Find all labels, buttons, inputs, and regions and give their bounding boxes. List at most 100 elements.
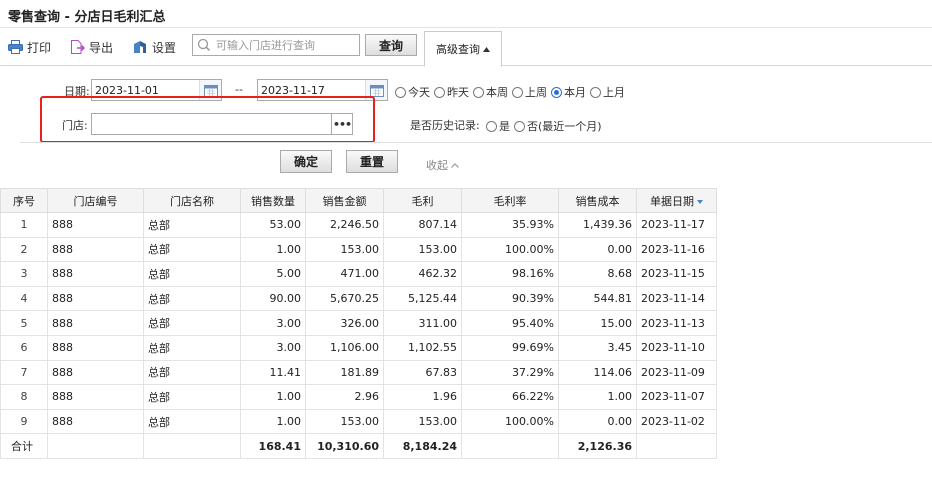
radio-circle: [434, 86, 445, 98]
col-doc-date-cell: 2023-11-14: [636, 285, 717, 312]
radio-this-week[interactable]: 本周: [473, 84, 508, 100]
col-index-cell: 9: [0, 408, 48, 435]
export-label: 导出: [89, 40, 114, 55]
calendar-icon[interactable]: [365, 80, 387, 100]
date-to-value: 2023-11-17: [261, 83, 325, 97]
table-row[interactable]: 9 888 总部 1.00 153.00 153.00 100.00% 0.00 2023-11…: [0, 408, 717, 435]
radio-last-week[interactable]: 上周: [512, 84, 547, 100]
caret-up-icon: [483, 46, 490, 52]
col-index-header[interactable]: 序号: [0, 188, 48, 213]
col-sales-qty-cell: 1.00: [240, 236, 306, 263]
col-store-code-total: [47, 433, 144, 459]
col-store-code-header[interactable]: 门店编号: [47, 188, 144, 213]
col-index-cell: 4: [0, 285, 48, 312]
radio-circle: [486, 120, 497, 132]
radio-label: 本月: [564, 86, 586, 99]
col-gross-profit-header[interactable]: 毛利: [383, 188, 462, 213]
col-gross-profit-cell: 67.83: [383, 359, 462, 386]
store-value: [92, 114, 331, 134]
col-store-code-cell: 888: [47, 261, 144, 287]
date-from-field[interactable]: 2023-11-01: [91, 79, 222, 101]
col-gross-profit-cell: 462.32: [383, 261, 462, 287]
col-margin-rate-cell: 100.00%: [461, 236, 559, 263]
col-gross-profit-total: 8,184.24: [383, 433, 462, 459]
printer-icon: [8, 40, 23, 54]
col-sales-qty-cell: 5.00: [240, 261, 306, 287]
radio-circle-selected: [551, 86, 562, 98]
table-row[interactable]: 8 888 总部 1.00 2.96 1.96 66.22% 1.00 2023-11-07: [0, 384, 717, 410]
col-store-code-cell: 888: [47, 236, 144, 263]
col-margin-rate-total: [461, 433, 559, 459]
col-margin-rate-cell: 37.29%: [461, 359, 559, 386]
radio-circle: [512, 86, 523, 98]
col-doc-date-total: [636, 433, 717, 459]
advanced-query-tab[interactable]: 高级查询: [424, 31, 502, 67]
more-icon[interactable]: •••: [331, 114, 352, 134]
col-sales-amount-cell: 153.00: [305, 236, 384, 263]
radio-today[interactable]: 今天: [395, 84, 430, 100]
radio-label: 昨天: [447, 86, 469, 99]
header-label: 门店编号: [73, 194, 118, 208]
total-label: 合计: [0, 433, 48, 459]
col-store-name-header[interactable]: 门店名称: [143, 188, 241, 213]
radio-last-month[interactable]: 上月: [590, 84, 625, 100]
export-button[interactable]: 导出: [70, 38, 113, 56]
col-gross-profit-cell: 153.00: [383, 408, 462, 435]
col-store-code-cell: 888: [47, 285, 144, 312]
collapse-toggle[interactable]: 收起: [426, 157, 459, 173]
radio-label: 本周: [486, 86, 508, 99]
radio-yesterday[interactable]: 昨天: [434, 84, 469, 100]
title-bar: 零售查询 - 分店日毛利汇总: [0, 0, 932, 28]
print-button[interactable]: 打印: [8, 38, 51, 56]
col-sales-cost-header[interactable]: 销售成本: [558, 188, 637, 213]
radio-history-no[interactable]: 否(最近一个月): [514, 118, 602, 134]
confirm-button[interactable]: 确定: [280, 150, 332, 173]
sort-down-icon[interactable]: [697, 199, 703, 204]
col-margin-rate-cell: 66.22%: [461, 384, 559, 410]
query-button[interactable]: 查询: [365, 34, 417, 56]
col-store-name-cell: 总部: [143, 310, 241, 336]
calendar-icon[interactable]: [199, 80, 221, 100]
table-row[interactable]: 5 888 总部 3.00 326.00 311.00 95.40% 15.00 2023-11…: [0, 310, 717, 336]
col-margin-rate-header[interactable]: 毛利率: [461, 188, 559, 213]
col-store-code-cell: 888: [47, 334, 144, 361]
col-margin-rate-cell: 98.16%: [461, 261, 559, 287]
col-margin-rate-cell: 90.39%: [461, 285, 559, 312]
col-sales-qty-header[interactable]: 销售数量: [240, 188, 306, 213]
reset-button[interactable]: 重置: [346, 150, 398, 173]
table-row[interactable]: 1 888 总部 53.00 2,246.50 807.14 35.93% 1,439.36 2…: [0, 212, 717, 238]
date-to-field[interactable]: 2023-11-17: [257, 79, 388, 101]
col-sales-cost-cell: 114.06: [558, 359, 637, 386]
table-row[interactable]: 3 888 总部 5.00 471.00 462.32 98.16% 8.68 2023-11-…: [0, 261, 717, 287]
col-sales-amount-header[interactable]: 销售金额: [305, 188, 384, 213]
header-label: 门店名称: [170, 194, 214, 208]
col-gross-profit-cell: 807.14: [383, 212, 462, 238]
col-sales-cost-cell: 0.00: [558, 236, 637, 263]
search-input[interactable]: [214, 35, 354, 55]
header-label: 销售数量: [251, 194, 295, 208]
store-field[interactable]: •••: [91, 113, 353, 135]
table-row[interactable]: 4 888 总部 90.00 5,670.25 5,125.44 90.39% 544.81 2…: [0, 285, 717, 312]
col-sales-amount-cell: 1,106.00: [305, 334, 384, 361]
radio-label: 否(最近一个月): [527, 120, 602, 133]
radio-circle: [395, 86, 406, 98]
col-sales-qty-cell: 53.00: [240, 212, 306, 238]
table-row[interactable]: 7 888 总部 11.41 181.89 67.83 37.29% 114.06 2023-1…: [0, 359, 717, 386]
table-header-row: 序号 门店编号 门店名称 销售数量 销售金额 毛利 毛利率 销售成本 单据日期: [0, 188, 717, 213]
table-row[interactable]: 2 888 总部 1.00 153.00 153.00 100.00% 0.00 2023-11…: [0, 236, 717, 263]
advanced-filter-panel: 日期: 2023-11-01 -- 2023-11-17 今天 昨天 本周 上周…: [0, 66, 932, 188]
radio-history-yes[interactable]: 是: [486, 118, 510, 134]
col-sales-cost-cell: 544.81: [558, 285, 637, 312]
col-doc-date-header[interactable]: 单据日期: [636, 188, 717, 213]
settings-button[interactable]: 设置: [133, 38, 176, 56]
col-store-name-cell: 总部: [143, 334, 241, 361]
col-sales-amount-cell: 181.89: [305, 359, 384, 386]
radio-this-month[interactable]: 本月: [551, 84, 586, 100]
table-row[interactable]: 6 888 总部 3.00 1,106.00 1,102.55 99.69% 3.45 2023…: [0, 334, 717, 361]
col-sales-cost-cell: 8.68: [558, 261, 637, 287]
radio-circle: [590, 86, 601, 98]
collapse-label: 收起: [426, 159, 448, 172]
store-label: 门店:: [62, 119, 88, 132]
date-separator: --: [235, 83, 243, 96]
col-store-code-cell: 888: [47, 408, 144, 435]
